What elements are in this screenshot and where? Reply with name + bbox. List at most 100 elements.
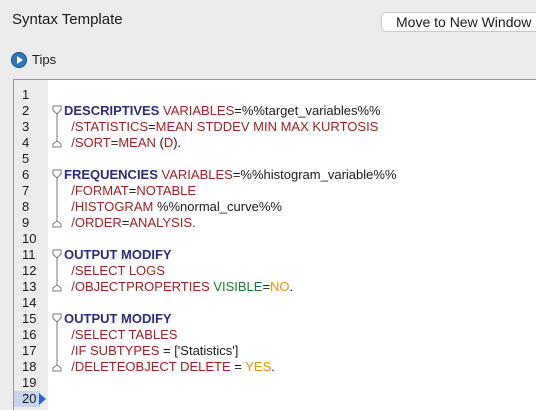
line-number: 10	[14, 231, 48, 247]
syntax-token: VISIBLE	[213, 279, 263, 294]
line-number: 11	[14, 247, 48, 263]
code-line[interactable]: /DELETEOBJECT DELETE = YES.	[64, 359, 275, 375]
syntax-token: .	[289, 279, 294, 294]
syntax-token: (	[155, 135, 164, 150]
code-line[interactable]: /HISTOGRAM %%normal_curve%%	[64, 199, 282, 215]
line-number-label: 19	[22, 375, 37, 390]
line-number-label: 2	[22, 103, 30, 118]
line-number: 4	[14, 135, 48, 151]
syntax-token: /SELECT	[64, 327, 126, 342]
line-number: 1	[14, 87, 48, 103]
line-number-label: 12	[22, 263, 37, 278]
line-number: 13	[14, 279, 48, 295]
line-number: 8	[14, 199, 48, 215]
line-number-label: 3	[22, 119, 30, 134]
syntax-token: =%%target_variables%%	[234, 103, 381, 118]
syntax-token: NOTABLE	[136, 183, 197, 198]
line-number: 18	[14, 359, 48, 375]
line-number-label: 13	[22, 279, 37, 294]
code-line[interactable]: /STATISTICS=MEAN STDDEV MIN MAX KURTOSIS	[64, 119, 378, 135]
line-number: 7	[14, 183, 48, 199]
syntax-token: VARIABLES	[161, 167, 233, 182]
syntax-token: TABLES	[128, 327, 178, 342]
fold-end-icon	[50, 135, 64, 151]
line-number: 14	[14, 295, 48, 311]
line-number-label: 1	[22, 87, 30, 102]
fold-toggle-icon[interactable]	[50, 247, 64, 263]
syntax-token: NO	[270, 279, 290, 294]
line-number-label: 15	[22, 311, 37, 326]
line-number-label: 18	[22, 359, 37, 374]
line-number: 16	[14, 327, 48, 343]
code-line[interactable]: /ORDER=ANALYSIS.	[64, 215, 196, 231]
syntax-token: .	[192, 215, 196, 230]
line-number: 5	[14, 151, 48, 167]
syntax-token: /DELETEOBJECT	[64, 359, 177, 374]
line-number-label: 14	[22, 295, 37, 310]
move-to-new-window-button[interactable]: Move to New Window	[381, 12, 536, 32]
line-number-label: 6	[22, 167, 30, 182]
syntax-token: ).	[173, 135, 182, 150]
line-number: 3	[14, 119, 48, 135]
line-number-label: 11	[22, 247, 36, 262]
syntax-editor[interactable]: 1 2 DESCRIPTIVES VARIABLES=%%target_variab…	[13, 79, 536, 410]
line-number-label: 9	[22, 215, 30, 230]
syntax-token: SUBTYPES	[90, 343, 160, 358]
syntax-token: = ['Statistics']	[159, 343, 239, 358]
syntax-token: /FORMAT	[64, 183, 129, 198]
syntax-token: /SORT	[64, 135, 111, 150]
code-line[interactable]: /OBJECTPROPERTIES VISIBLE=NO.	[64, 279, 293, 295]
fold-toggle-icon[interactable]	[50, 103, 64, 119]
syntax-token: OUTPUT MODIFY	[64, 311, 172, 326]
line-number: 12	[14, 263, 48, 279]
syntax-token: YES	[245, 359, 272, 374]
syntax-token: /HISTOGRAM	[64, 199, 154, 214]
dialog-header: Syntax Template Move to New Window	[0, 0, 536, 42]
tips-label: Tips	[32, 52, 57, 67]
fold-toggle-icon[interactable]	[50, 167, 64, 183]
code-line[interactable]: FREQUENCIES VARIABLES=%%histogram_variab…	[64, 167, 397, 183]
code-line[interactable]: OUTPUT MODIFY	[64, 311, 172, 327]
line-number-label: 7	[22, 183, 30, 198]
code-line[interactable]: /FORMAT=NOTABLE	[64, 183, 196, 199]
code-line[interactable]: DESCRIPTIVES VARIABLES=%%target_variable…	[64, 103, 381, 119]
code-line[interactable]: OUTPUT MODIFY	[64, 247, 172, 263]
code-line[interactable]: /IF SUBTYPES = ['Statistics']	[64, 343, 238, 359]
fold-line-icon	[50, 199, 64, 215]
play-icon[interactable]	[11, 52, 27, 68]
syntax-token: /ORDER	[64, 215, 122, 230]
syntax-token: =	[148, 119, 156, 134]
line-number-label: 4	[22, 135, 30, 150]
code-line[interactable]: /SORT=MEAN (D).	[64, 135, 181, 151]
line-number: 6	[14, 167, 48, 183]
syntax-token: VARIABLES	[162, 103, 235, 118]
code-line[interactable]: /SELECT LOGS	[64, 263, 165, 279]
syntax-token: DESCRIPTIVES	[64, 103, 160, 118]
syntax-token: /OBJECTPROPERTIES	[64, 279, 210, 294]
syntax-token: =%%histogram_variable%%	[232, 167, 397, 182]
syntax-token: /SELECT	[64, 263, 126, 278]
fold-line-icon	[50, 327, 64, 343]
syntax-token: D	[163, 135, 174, 150]
line-number-label: 17	[22, 343, 37, 358]
syntax-token: =	[262, 279, 271, 294]
fold-line-icon	[50, 263, 64, 279]
syntax-token: ANALYSIS	[129, 215, 193, 230]
syntax-token: MEAN	[118, 135, 156, 150]
line-number-label: 8	[22, 199, 30, 214]
line-number: 17	[14, 343, 48, 359]
fold-toggle-icon[interactable]	[50, 311, 64, 327]
fold-end-icon	[50, 359, 64, 375]
syntax-token: OUTPUT MODIFY	[64, 247, 172, 262]
line-number: 15	[14, 311, 48, 327]
line-number: 20	[14, 391, 48, 407]
syntax-token: MEAN STDDEV MIN MAX KURTOSIS	[155, 119, 379, 134]
line-number: 9	[14, 215, 48, 231]
fold-line-icon	[50, 119, 64, 135]
syntax-token: LOGS	[128, 263, 165, 278]
dialog-title: Syntax Template	[12, 11, 123, 28]
syntax-token: DELETE	[180, 359, 231, 374]
code-line[interactable]: /SELECT TABLES	[64, 327, 177, 343]
syntax-token: =	[230, 359, 246, 374]
syntax-token: FREQUENCIES	[64, 167, 158, 182]
